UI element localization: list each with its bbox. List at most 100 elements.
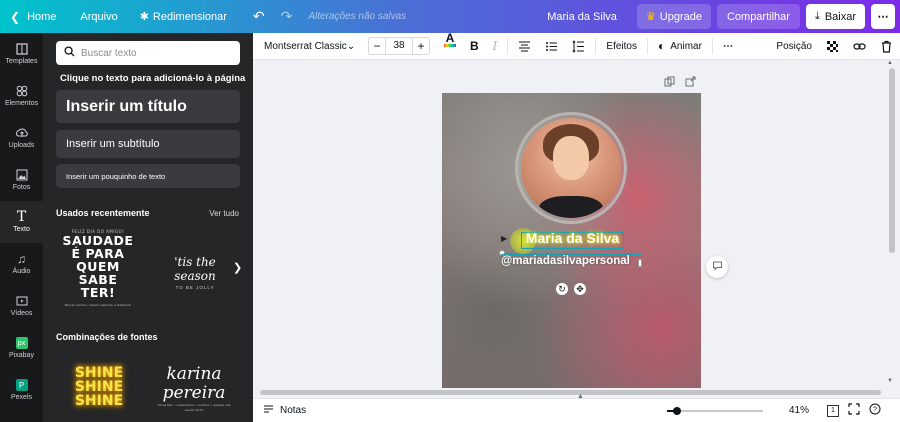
effects-button[interactable]: Efeitos	[599, 33, 644, 60]
notes-icon	[263, 404, 274, 418]
rail-item-uploads[interactable]: Uploads	[0, 117, 43, 159]
cursor-icon: ▶	[501, 234, 508, 243]
canvas-area: Maria da Silva ▶ @mariadasilvapersonal ↻…	[253, 60, 900, 400]
font-size-control: − 38 +	[361, 33, 437, 60]
resize-button[interactable]: ✱ Redimensionar	[132, 0, 235, 33]
bold-button[interactable]: B	[463, 33, 486, 60]
search-icon	[64, 46, 75, 60]
rail-item-text[interactable]: T Texto	[0, 201, 43, 243]
font-family-dropdown[interactable]: Montserrat Classic ⌄	[257, 33, 361, 60]
link-icon[interactable]	[846, 33, 873, 60]
animate-button[interactable]: ◐ Animar	[651, 33, 709, 60]
undo-icon[interactable]: ↶	[245, 0, 273, 33]
recent-section-title: Usados recentemente	[56, 208, 150, 218]
chevron-down-icon: ⌄	[346, 40, 356, 52]
notes-button[interactable]: Notas	[263, 404, 306, 418]
photo-shirt	[539, 196, 603, 218]
crown-icon: ♛	[645, 11, 656, 23]
template-karina[interactable]: karina pereira fotografia • casamentos •…	[156, 365, 232, 413]
animate-icon: ◐	[658, 39, 666, 53]
search-box[interactable]	[56, 41, 240, 65]
divider	[647, 38, 648, 54]
search-input[interactable]	[81, 47, 231, 59]
list-icon[interactable]	[538, 33, 565, 60]
add-page-icon[interactable]	[685, 76, 696, 90]
position-button[interactable]: Posição	[769, 33, 819, 60]
font-size-input[interactable]: 38	[385, 38, 413, 54]
template-saudade-caption: Mande carinho, mesmo estando à distância…	[64, 303, 132, 307]
text-panel: Clique no texto para adicioná-lo à págin…	[43, 33, 253, 422]
rail-item-pixabay[interactable]: px Pixabay	[0, 327, 43, 369]
template-season-subtitle: TO BE JOLLY	[175, 285, 215, 290]
audio-icon: ♫	[17, 252, 26, 266]
template-shine[interactable]: SHINE SHINE SHINE	[69, 366, 129, 408]
color-bar	[444, 43, 456, 47]
zoom-slider[interactable]	[667, 407, 763, 415]
canvas-vertical-scrollbar[interactable]	[889, 68, 895, 253]
scroll-up-icon[interactable]: ▲	[887, 60, 893, 66]
resize-handle-right[interactable]	[638, 259, 642, 267]
template-saudade[interactable]: FELIZ DIA DO AMIGO! SAUDADE É PARA QUEM …	[60, 229, 136, 307]
pixabay-icon: px	[15, 337, 28, 349]
design-page[interactable]: Maria da Silva ▶ @mariadasilvapersonal ↻…	[442, 93, 701, 388]
zoom-slider-knob[interactable]	[673, 407, 681, 415]
more-options-button[interactable]: ⋯	[871, 4, 895, 29]
file-menu[interactable]: Arquivo	[72, 0, 125, 33]
scroll-down-icon[interactable]: ▼	[887, 378, 893, 384]
bottom-bar: Notas 41% 1 ?	[253, 398, 900, 422]
trash-icon[interactable]	[873, 33, 900, 60]
italic-button[interactable]: I	[486, 33, 505, 60]
rail-item-pexels[interactable]: P Pexels	[0, 369, 43, 411]
profile-photo[interactable]	[521, 118, 621, 218]
add-body-text-button[interactable]: Inserir um pouquinho de texto	[56, 164, 240, 188]
templates-icon	[15, 43, 28, 55]
rail-item-photos[interactable]: Fotos	[0, 159, 43, 201]
template-saudade-title: SAUDADE É PARA QUEM SABE TER!	[62, 233, 134, 300]
comment-button[interactable]	[706, 256, 728, 278]
help-icon[interactable]: ?	[869, 403, 881, 418]
upload-icon	[15, 127, 28, 139]
rail-item-elements[interactable]: Elementos	[0, 75, 43, 117]
share-button[interactable]: Compartilhar	[716, 4, 800, 29]
element-controls: ↻ ✥	[556, 283, 586, 295]
add-heading-button[interactable]: Inserir um título	[56, 90, 240, 123]
name-text[interactable]: Maria da Silva	[521, 230, 624, 246]
divider	[595, 38, 597, 54]
move-icon[interactable]: ✥	[574, 283, 586, 295]
text-color-button[interactable]: A	[437, 32, 463, 60]
rail-item-audio[interactable]: ♫ Áudio	[0, 243, 43, 285]
canvas-horizontal-scrollbar[interactable]	[260, 390, 881, 395]
see-all-link[interactable]: Ver tudo	[209, 209, 239, 218]
increase-size-button[interactable]: +	[413, 39, 429, 53]
upgrade-button[interactable]: ♛ Upgrade	[636, 4, 711, 29]
rotate-icon[interactable]: ↻	[556, 283, 568, 295]
elements-icon	[16, 85, 28, 97]
username-text[interactable]: @mariadasilvapersonal	[501, 255, 630, 267]
duplicate-page-icon[interactable]	[664, 76, 675, 90]
view-controls: 1 ?	[827, 403, 881, 418]
chevron-left-icon: ❮	[10, 9, 21, 24]
template-season-title: 'tis the season	[174, 255, 216, 283]
rail-item-templates[interactable]: Templates	[0, 33, 43, 75]
comment-icon	[712, 260, 723, 274]
download-button[interactable]: ⤓ Baixar	[805, 4, 865, 29]
document-owner[interactable]: Maria da Silva	[539, 0, 625, 33]
more-tools-button[interactable]: ⋯	[716, 33, 740, 60]
align-center-icon[interactable]	[511, 33, 538, 60]
text-icon: T	[16, 209, 27, 225]
redo-icon[interactable]: ↷	[273, 0, 301, 33]
photos-icon	[16, 169, 28, 181]
download-icon: ⤓	[814, 10, 820, 22]
page-count-icon[interactable]: 1	[827, 404, 839, 417]
spacing-icon[interactable]	[565, 33, 592, 60]
chevron-right-icon[interactable]: ❯	[233, 261, 242, 274]
rail-item-videos[interactable]: Vídeos	[0, 285, 43, 327]
decrease-size-button[interactable]: −	[369, 39, 385, 53]
template-season[interactable]: 'tis the season TO BE JOLLY	[156, 255, 234, 290]
fullscreen-icon[interactable]	[848, 403, 860, 418]
transparency-icon[interactable]	[819, 33, 846, 60]
zoom-level[interactable]: 41%	[789, 405, 809, 416]
home-button[interactable]: ❮ Home	[0, 0, 64, 33]
add-subheading-button[interactable]: Inserir um subtítulo	[56, 130, 240, 158]
save-status: Alterações não salvas	[308, 11, 407, 22]
